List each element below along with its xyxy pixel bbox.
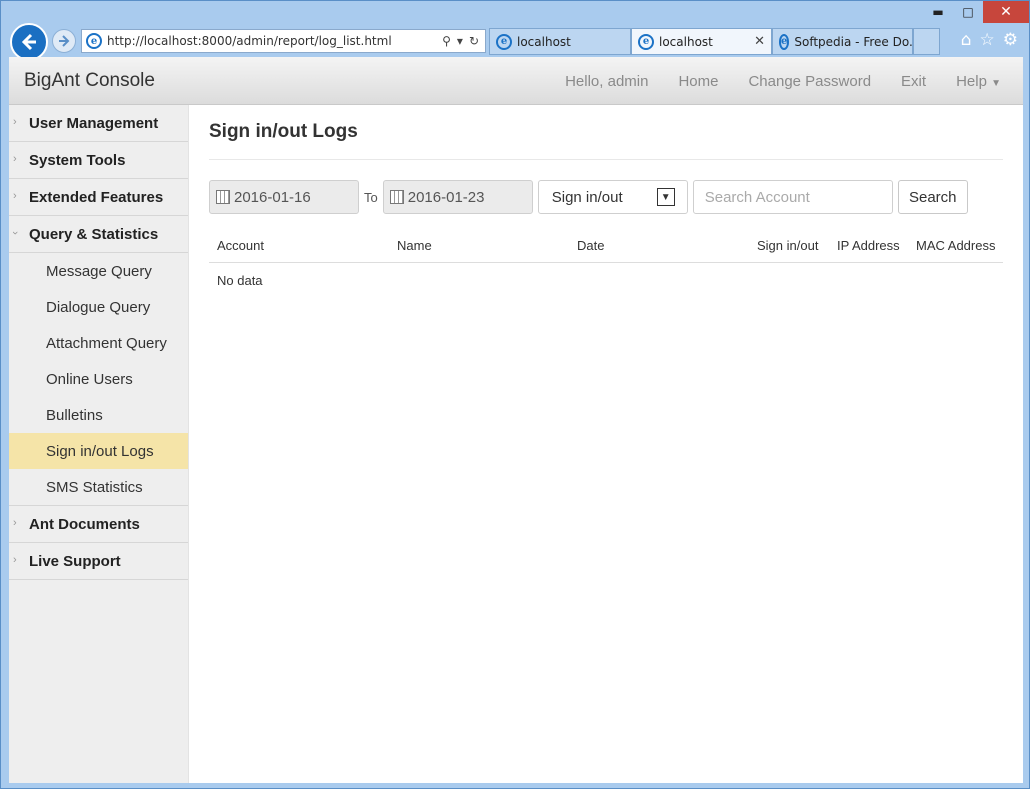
- calendar-icon: [389, 190, 404, 204]
- chevron-right-icon: ›: [13, 190, 17, 202]
- page-title: Sign in/out Logs: [209, 121, 358, 142]
- query-submenu: Message Query Dialogue Query Attachment …: [9, 253, 188, 506]
- date-to-field[interactable]: 2016-01-23: [382, 180, 533, 214]
- sidebar-item-query-statistics[interactable]: › Query & Statistics: [9, 216, 188, 253]
- sign-type-select[interactable]: Sign in/out ▼: [537, 180, 688, 214]
- tab-label: localhost: [659, 34, 713, 49]
- chevron-right-icon: ›: [13, 554, 17, 566]
- chevron-down-icon: ▼: [656, 188, 675, 206]
- column-header-account: Account: [217, 238, 264, 253]
- chevron-right-icon: ›: [13, 116, 17, 128]
- date-from-value: 2016-01-16: [234, 188, 311, 206]
- empty-state: No data: [217, 272, 263, 288]
- close-tab-icon[interactable]: ✕: [746, 34, 765, 49]
- divider: [209, 159, 1003, 160]
- sidebar-item-extended-features[interactable]: › Extended Features: [9, 179, 188, 216]
- address-tools: ⚲ ▾ ↻: [442, 34, 479, 48]
- minimize-button[interactable]: ▬: [923, 1, 953, 23]
- sidebar-section-label: Ant Documents: [29, 515, 140, 533]
- maximize-button[interactable]: □: [953, 1, 983, 23]
- greeting-link[interactable]: Hello, admin: [565, 73, 648, 90]
- refresh-icon[interactable]: ↻: [469, 34, 479, 48]
- ie-icon: e: [86, 33, 102, 49]
- column-header-ip-address: IP Address: [837, 238, 900, 253]
- select-value: Sign in/out: [551, 188, 623, 206]
- filter-bar: 2016-01-16 To 2016-01-23 Sign in/out ▼ S…: [209, 180, 1003, 214]
- help-label: Help: [956, 72, 987, 90]
- back-arrow-icon: [21, 33, 36, 51]
- favorites-star-icon[interactable]: ☆: [980, 29, 995, 51]
- home-icon[interactable]: ⌂: [961, 29, 972, 51]
- sidebar-section-label: Extended Features: [29, 188, 164, 206]
- sidebar-section-label: User Management: [29, 114, 159, 132]
- tab-localhost-1[interactable]: e localhost: [489, 28, 631, 55]
- top-nav: Hello, admin Home Change Password Exit H…: [565, 57, 1023, 105]
- main-content: Sign in/out Logs 2016-01-16 To 2016-01-2…: [209, 105, 1003, 297]
- search-account-input[interactable]: [692, 180, 893, 214]
- ie-icon: e: [496, 33, 512, 50]
- sidebar-item-dialogue-query[interactable]: Dialogue Query: [9, 289, 188, 325]
- window-controls: ▬ □ ✕: [923, 1, 1029, 23]
- exit-link[interactable]: Exit: [901, 73, 926, 90]
- to-label: To: [364, 189, 378, 205]
- column-header-name: Name: [397, 238, 432, 253]
- logs-table: Account Name Date Sign in/out IP Address…: [209, 229, 1003, 297]
- sidebar-item-system-tools[interactable]: › System Tools: [9, 142, 188, 179]
- sidebar-item-attachment-query[interactable]: Attachment Query: [9, 325, 188, 361]
- help-menu[interactable]: Help ▼: [956, 73, 1001, 90]
- column-header-sign-in-out: Sign in/out: [757, 238, 819, 253]
- tab-softpedia[interactable]: e Softpedia - Free Do...: [772, 28, 913, 55]
- date-from-field[interactable]: 2016-01-16: [209, 180, 359, 214]
- browser-window: ▬ □ ✕ e http://localhost:8000/admin/repo…: [0, 0, 1030, 789]
- url-text[interactable]: http://localhost:8000/admin/report/log_l…: [107, 34, 442, 48]
- page-viewport: BigAnt Console Hello, admin Home Change …: [9, 57, 1023, 783]
- column-header-date: Date: [577, 238, 605, 253]
- column-header-mac-address: MAC Address: [916, 238, 996, 253]
- sidebar-item-online-users[interactable]: Online Users: [9, 361, 188, 397]
- date-to-value: 2016-01-23: [407, 188, 485, 206]
- sidebar-item-message-query[interactable]: Message Query: [9, 253, 188, 289]
- sidebar-item-sign-in-out-logs[interactable]: Sign in/out Logs: [9, 433, 188, 469]
- sidebar-item-live-support[interactable]: › Live Support: [9, 543, 188, 580]
- search-button[interactable]: Search: [897, 180, 968, 214]
- search-icon[interactable]: ⚲: [442, 34, 451, 48]
- ie-icon: e: [779, 33, 790, 50]
- browser-tools: ⌂ ☆ ⚙: [961, 29, 1018, 51]
- back-button[interactable]: [10, 23, 48, 61]
- close-window-button[interactable]: ✕: [983, 1, 1029, 23]
- sidebar: › User Management › System Tools › Exten…: [9, 105, 189, 783]
- sidebar-item-ant-documents[interactable]: › Ant Documents: [9, 506, 188, 543]
- sidebar-item-bulletins[interactable]: Bulletins: [9, 397, 188, 433]
- ie-icon: e: [638, 33, 654, 50]
- chevron-right-icon: ›: [13, 517, 17, 529]
- table-header: Account Name Date Sign in/out IP Address…: [209, 229, 1003, 263]
- home-link[interactable]: Home: [678, 73, 718, 90]
- calendar-icon: [216, 190, 230, 204]
- tab-localhost-2[interactable]: e localhost ✕: [631, 28, 772, 55]
- forward-button[interactable]: [52, 29, 76, 53]
- tab-label: localhost: [517, 34, 571, 49]
- gear-icon[interactable]: ⚙: [1003, 29, 1018, 51]
- browser-navbar: e http://localhost:8000/admin/report/log…: [2, 23, 1028, 61]
- sidebar-section-label: System Tools: [29, 151, 126, 169]
- forward-arrow-icon: [59, 35, 70, 47]
- sidebar-item-user-management[interactable]: › User Management: [9, 105, 188, 142]
- brand-title[interactable]: BigAnt Console: [24, 70, 155, 92]
- app-header: BigAnt Console Hello, admin Home Change …: [9, 57, 1023, 105]
- tab-label: Softpedia - Free Do...: [794, 34, 913, 49]
- address-bar[interactable]: e http://localhost:8000/admin/report/log…: [81, 29, 486, 53]
- tab-strip: e localhost e localhost ✕ e Softpedia - …: [489, 28, 940, 55]
- dropdown-icon[interactable]: ▾: [457, 34, 463, 48]
- chevron-down-icon: ›: [9, 231, 21, 235]
- caret-down-icon: ▼: [991, 77, 1001, 89]
- sidebar-section-label: Live Support: [29, 552, 121, 570]
- sidebar-section-label: Query & Statistics: [29, 225, 159, 243]
- new-tab-button[interactable]: [913, 28, 940, 55]
- change-password-link[interactable]: Change Password: [748, 73, 871, 90]
- sidebar-item-sms-statistics[interactable]: SMS Statistics: [9, 469, 188, 505]
- chevron-right-icon: ›: [13, 153, 17, 165]
